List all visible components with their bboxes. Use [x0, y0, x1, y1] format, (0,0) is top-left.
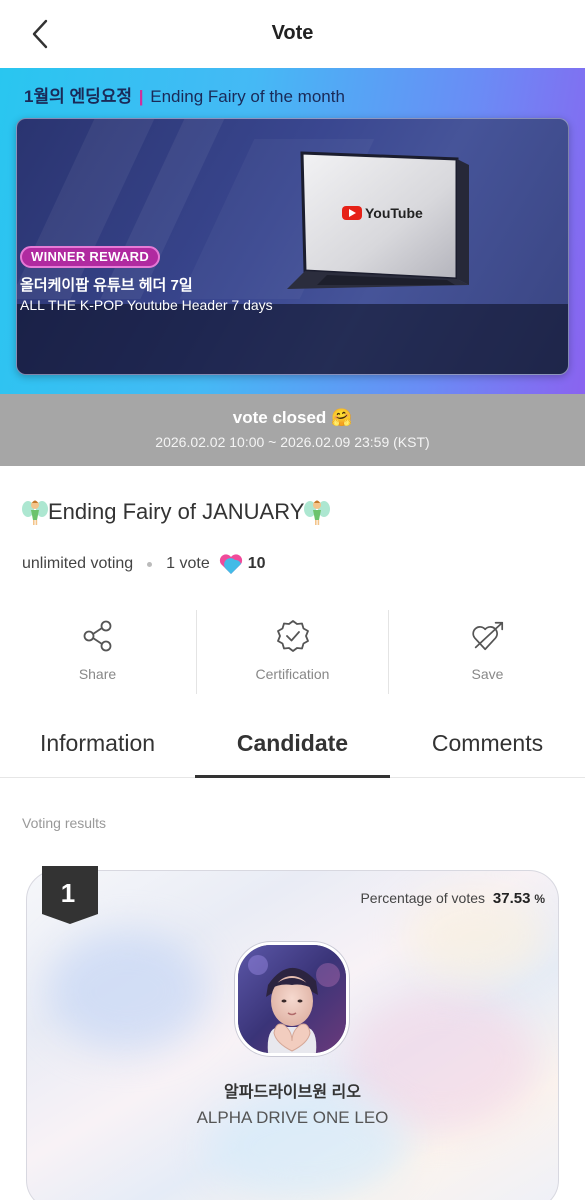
save-button[interactable]: Save: [390, 606, 585, 694]
event-banner[interactable]: 1월의 엔딩요정 | Ending Fairy of the month You…: [0, 68, 585, 394]
heart-arrow-icon: [471, 621, 503, 651]
vote-period: 2026.02.02 10:00 ~ 2026.02.09 23:59 (KST…: [155, 434, 430, 450]
tab-information[interactable]: Information: [0, 712, 195, 777]
fairy-icon: [304, 500, 331, 525]
candidate-name-en: ALPHA DRIVE ONE LEO: [196, 1108, 389, 1127]
vote-meta: unlimited voting 1 vote 10: [22, 553, 266, 575]
divider: [388, 610, 389, 694]
heart-icon: [219, 554, 242, 574]
candidate-photo: [238, 945, 346, 1053]
fairy-icon: [22, 500, 48, 525]
reward-badge: WINNER REWARD: [20, 246, 161, 268]
percentage-unit: %: [534, 892, 545, 906]
voting-type: unlimited voting: [22, 555, 134, 572]
vote-cost: 1 vote: [166, 555, 210, 572]
share-button[interactable]: Share: [0, 606, 195, 694]
percentage-label: Percentage of votes: [360, 890, 485, 906]
reward-text-en: ALL THE K-POP Youtube Header 7 days: [20, 297, 273, 313]
banner-title-en: Ending Fairy of the month: [150, 87, 345, 106]
laptop-illustration: YouTube: [287, 151, 469, 289]
percentage-value: 37.53: [492, 890, 531, 907]
candidate-name-ko: 알파드라이브원 리오: [224, 1084, 361, 1101]
tab-candidate[interactable]: Candidate: [195, 712, 390, 778]
laptop-brand-text: YouTube: [365, 205, 423, 221]
vote-status-title: vote closed 🤗: [232, 408, 353, 427]
heart-count: 10: [247, 555, 266, 572]
tab-bar: Information Candidate Comments: [0, 712, 585, 778]
banner-title: 1월의 엔딩요정 | Ending Fairy of the month: [24, 82, 345, 107]
vote-title-text: Ending Fairy of JANUARY: [48, 499, 305, 524]
divider: [196, 610, 197, 694]
banner-title-ko: 1월의 엔딩요정: [24, 87, 133, 106]
certification-button[interactable]: Certification: [195, 606, 390, 694]
vote-title: Ending Fairy of JANUARY: [22, 498, 331, 526]
reward-text-ko: 올더케이팝 유튜브 헤더 7일: [20, 277, 193, 294]
banner-title-separator: |: [138, 87, 144, 106]
meta-separator: [147, 561, 153, 567]
candidate-avatar: [235, 942, 349, 1056]
top-bar: Vote: [0, 0, 585, 68]
save-label: Save: [471, 666, 504, 682]
certification-label: Certification: [255, 666, 330, 682]
reward-overlay: [17, 304, 568, 374]
vote-percentage: Percentage of votes 37.53 %: [360, 890, 545, 907]
results-label: Voting results: [22, 815, 107, 831]
share-icon: [83, 620, 111, 652]
vote-status-bar: vote closed 🤗 2026.02.02 10:00 ~ 2026.02…: [0, 394, 585, 466]
rank-badge: 1: [42, 866, 98, 924]
tab-comments[interactable]: Comments: [390, 712, 585, 777]
certification-icon: [276, 620, 309, 652]
action-row: Share Certification Save: [0, 606, 585, 694]
rank-number: 1: [61, 878, 75, 908]
page-title: Vote: [271, 22, 314, 44]
share-label: Share: [78, 666, 117, 682]
